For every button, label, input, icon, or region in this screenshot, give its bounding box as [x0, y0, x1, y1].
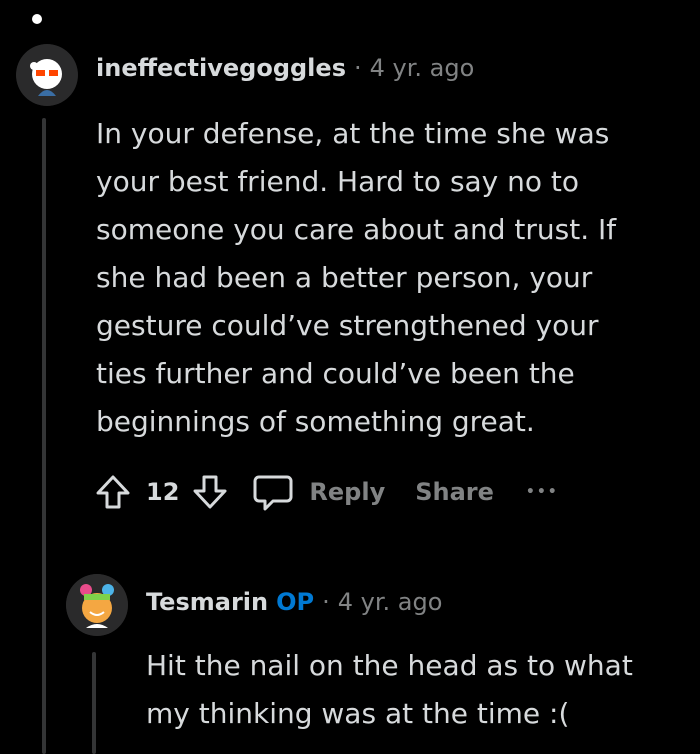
meta-separator: ·	[322, 588, 330, 616]
avatar[interactable]	[16, 44, 78, 106]
avatar-snoo-icon	[16, 44, 78, 106]
comment-body: Hit the nail on the head as to what my t…	[146, 642, 686, 738]
avatar-snoo-icon	[66, 574, 128, 636]
timestamp[interactable]: 4 yr. ago	[338, 588, 443, 616]
thread-line-reply[interactable]	[92, 652, 96, 754]
reply-icon[interactable]	[251, 471, 295, 513]
share-button[interactable]: Share	[415, 478, 494, 506]
username[interactable]: Tesmarin	[146, 588, 268, 616]
comment-body-line: your best friend. Hard to say no to	[96, 165, 580, 198]
timestamp[interactable]: 4 yr. ago	[370, 54, 475, 82]
comment-body-line: my thinking was at the time :(	[146, 697, 570, 730]
comment-actions: 12 Reply Share •••	[92, 468, 559, 516]
comment-meta: Tesmarin OP · 4 yr. ago	[146, 588, 442, 616]
comment-meta: ineffectivegoggles · 4 yr. ago	[96, 54, 474, 82]
comment-body: In your defense, at the time she was you…	[96, 110, 686, 446]
comment-body-line: she had been a better person, your	[96, 261, 593, 294]
vote-count: 12	[146, 478, 180, 506]
username[interactable]: ineffectivegoggles	[96, 54, 346, 82]
comment-body-line: gesture could’ve strengthened your	[96, 309, 599, 342]
comment-body-line: Hit the nail on the head as to what	[146, 649, 633, 682]
online-dot-icon	[32, 14, 42, 24]
comment-body-line: beginnings of something great.	[96, 405, 535, 438]
upvote-icon[interactable]	[92, 471, 134, 513]
comment-body-line: someone you care about and trust. If	[96, 213, 617, 246]
more-options-button[interactable]: •••	[526, 484, 559, 500]
reply-button[interactable]: Reply	[309, 478, 385, 506]
op-badge: OP	[276, 588, 315, 616]
thread-line-main[interactable]	[42, 118, 46, 754]
downvote-icon[interactable]	[189, 471, 231, 513]
comment-body-line: ties further and could’ve been the	[96, 357, 575, 390]
meta-separator: ·	[353, 54, 362, 82]
comment-body-line: In your defense, at the time she was	[96, 117, 610, 150]
avatar[interactable]	[66, 574, 128, 636]
